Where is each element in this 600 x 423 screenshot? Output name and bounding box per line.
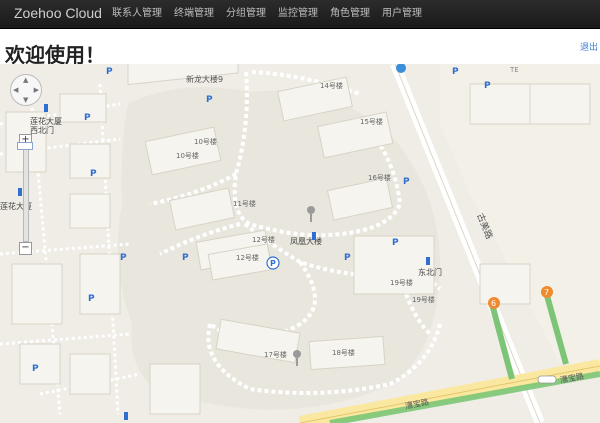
bus-stop-marker: [537, 375, 557, 384]
parking-icon: P: [88, 294, 95, 304]
label-bldg19a: 19号楼: [390, 278, 413, 287]
label-dongbeimen1: 东北门: [418, 267, 442, 277]
pan-right-icon[interactable]: ▶: [34, 86, 39, 94]
label-bldg10a: 10号楼: [194, 137, 217, 146]
label-te: TE: [509, 66, 519, 74]
label-bldg15: 15号楼: [360, 117, 383, 126]
parking-icon: P: [484, 81, 491, 91]
zoom-slider-thumb[interactable]: [17, 142, 33, 150]
parking-icon: P: [206, 95, 213, 105]
label-bldg12b: 12号楼: [236, 253, 259, 262]
pin-label-6: 6: [491, 299, 496, 308]
parking-icon: P: [84, 113, 91, 123]
top-navbar: Zoehoo Cloud 联系人管理 终端管理 分组管理 监控管理 角色管理 用…: [0, 0, 600, 29]
map-zoom-control: ▲ ▼ ◀ ▶ + −: [10, 74, 42, 324]
parking-icon: P: [452, 67, 459, 77]
parking-icon: P: [344, 253, 351, 263]
brand-logo[interactable]: Zoehoo Cloud: [14, 5, 102, 21]
building-icon: [312, 232, 316, 240]
pan-left-icon[interactable]: ◀: [13, 86, 18, 94]
pan-down-icon[interactable]: ▼: [23, 96, 28, 104]
parking-icon: P: [120, 253, 127, 263]
map-view[interactable]: 新龙大楼9 TE 14号楼 15号楼 10号楼 10号楼 16号楼 11号楼 1…: [0, 64, 600, 423]
parking-icon: P: [182, 253, 189, 263]
label-bldg18: 18号楼: [332, 348, 355, 357]
parking-icon: P: [90, 169, 97, 179]
parking-icon: P: [392, 238, 399, 248]
nav-item-terminals[interactable]: 终端管理: [174, 0, 214, 28]
zoom-out-button[interactable]: −: [19, 242, 32, 255]
nav-item-users[interactable]: 用户管理: [382, 0, 422, 28]
parking-circle-letter: P: [270, 259, 276, 268]
nav-item-contacts[interactable]: 联系人管理: [112, 0, 162, 28]
label-bldg16: 16号楼: [368, 173, 391, 182]
label-bldg17: 17号楼: [264, 350, 287, 359]
door-icon: [44, 104, 48, 112]
label-bldg12a: 12号楼: [252, 235, 275, 244]
building-icon: [124, 412, 128, 420]
pin-label-7: 7: [544, 288, 549, 297]
label-bldg19b: 19号楼: [412, 295, 435, 304]
pan-control[interactable]: ▲ ▼ ◀ ▶: [10, 74, 42, 106]
zoom-slider-track[interactable]: [23, 148, 29, 242]
label-bldg14: 14号楼: [320, 81, 343, 90]
map-canvas[interactable]: 新龙大楼9 TE 14号楼 15号楼 10号楼 10号楼 16号楼 11号楼 1…: [0, 64, 600, 423]
label-bldg10b: 10号楼: [176, 151, 199, 160]
label-bldg11: 11号楼: [233, 199, 256, 208]
main-nav: 联系人管理 终端管理 分组管理 监控管理 角色管理 用户管理: [112, 0, 434, 28]
nav-item-groups[interactable]: 分组管理: [226, 0, 266, 28]
pan-up-icon[interactable]: ▲: [23, 76, 28, 84]
parking-icon: P: [32, 364, 39, 374]
door-icon: [426, 257, 430, 265]
nav-item-monitoring[interactable]: 监控管理: [278, 0, 318, 28]
parking-icon: P: [106, 67, 113, 77]
parking-icon: P: [403, 177, 410, 187]
nav-item-roles[interactable]: 角色管理: [330, 0, 370, 28]
label-fenghuang: 凤凰大楼: [290, 236, 322, 246]
logout-link[interactable]: 退出: [580, 40, 598, 53]
label-xinlong: 新龙大楼9: [186, 74, 223, 84]
